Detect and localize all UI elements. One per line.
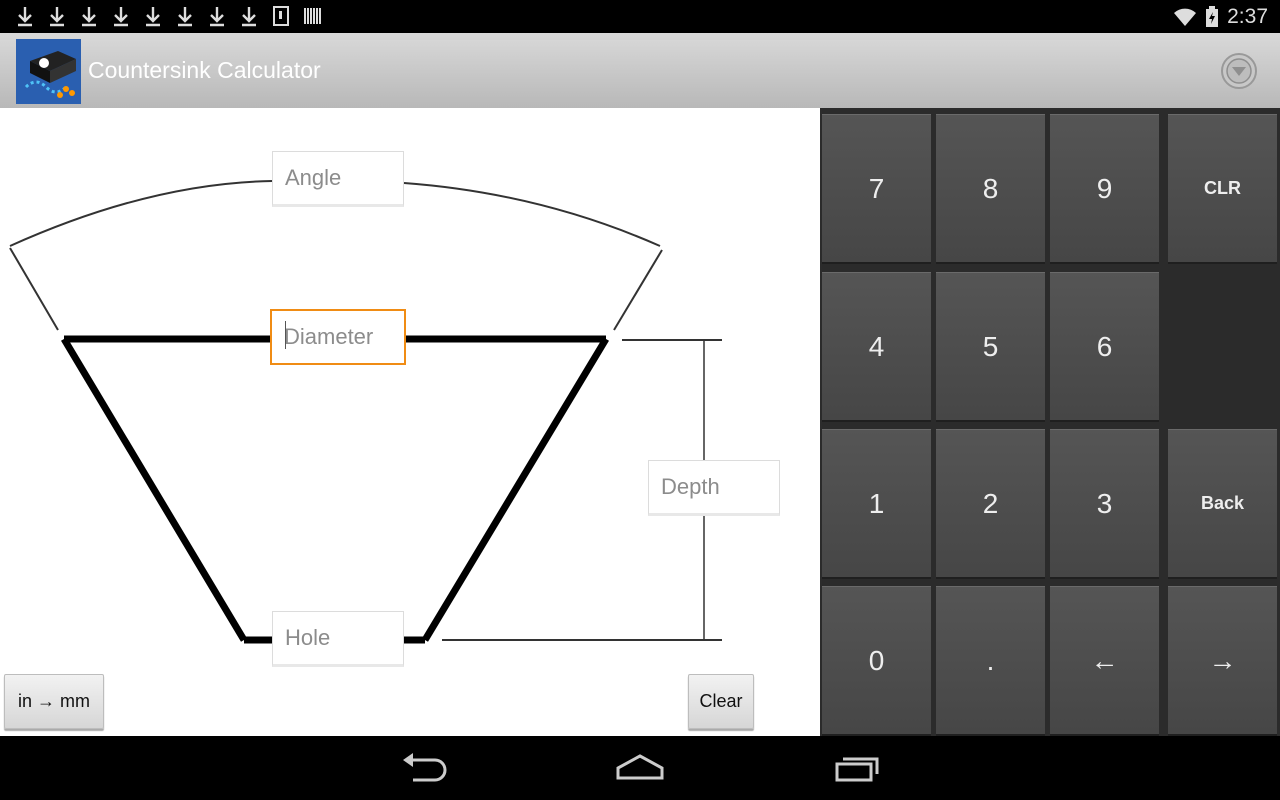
home-icon[interactable]	[610, 750, 670, 786]
status-time: 2:37	[1227, 4, 1268, 28]
key-3[interactable]: 3	[1050, 429, 1159, 579]
status-bar: 2:37	[0, 0, 1280, 33]
download-icon	[50, 7, 64, 27]
depth-field[interactable]	[648, 460, 780, 516]
overflow-menu-icon[interactable]	[1220, 52, 1258, 90]
download-icon	[178, 7, 192, 27]
diameter-input[interactable]	[284, 311, 404, 363]
countersink-side-left	[60, 337, 248, 642]
key-clear[interactable]: CLR	[1168, 114, 1277, 264]
text-cursor	[285, 321, 286, 349]
numeric-keypad: 7 8 9 CLR 4 5 6 1 2 3 Back 0 . ← →	[820, 108, 1280, 736]
angle-extension-left	[9, 247, 59, 331]
barcode-icon	[304, 8, 321, 24]
wifi-icon	[1174, 8, 1197, 26]
download-icon	[18, 7, 32, 27]
key-7[interactable]: 7	[822, 114, 931, 264]
key-right-arrow[interactable]: →	[1168, 586, 1277, 736]
key-decimal[interactable]: .	[936, 586, 1045, 736]
diameter-field[interactable]	[270, 309, 406, 365]
key-4[interactable]: 4	[822, 272, 931, 422]
download-icon	[146, 7, 160, 27]
key-1[interactable]: 1	[822, 429, 931, 579]
download-icon	[210, 7, 224, 27]
angle-arc-left	[9, 180, 273, 247]
hole-field[interactable]	[272, 611, 404, 667]
key-back[interactable]: Back	[1168, 429, 1277, 579]
key-9[interactable]: 9	[1050, 114, 1159, 264]
recent-apps-icon[interactable]	[827, 750, 887, 786]
clear-button[interactable]: Clear	[688, 674, 754, 729]
convert-units-button[interactable]: in → mm	[4, 674, 104, 729]
key-left-arrow[interactable]: ←	[1050, 586, 1159, 736]
diagram-panel: in → mm Clear	[0, 108, 820, 736]
key-8[interactable]: 8	[936, 114, 1045, 264]
navigation-bar	[0, 736, 1280, 800]
download-icon	[242, 7, 256, 27]
key-0[interactable]: 0	[822, 586, 931, 736]
countersink-diagram	[9, 180, 722, 644]
key-2[interactable]: 2	[936, 429, 1045, 579]
countersink-side-right	[422, 337, 609, 642]
app-title: Countersink Calculator	[88, 57, 321, 83]
key-5[interactable]: 5	[936, 272, 1045, 422]
download-icon	[114, 7, 128, 27]
action-bar: Countersink Calculator	[0, 33, 1280, 109]
download-icon	[82, 7, 96, 27]
angle-arc-right	[403, 182, 661, 247]
hole-input[interactable]	[285, 612, 403, 664]
depth-input[interactable]	[661, 461, 779, 513]
countersink-app-icon	[16, 39, 81, 104]
angle-extension-right	[613, 249, 663, 331]
back-icon[interactable]	[395, 750, 455, 786]
angle-input[interactable]	[285, 152, 403, 204]
sd-card-icon	[273, 6, 289, 26]
battery-charging-icon	[1206, 5, 1219, 27]
angle-field[interactable]	[272, 151, 404, 207]
key-6[interactable]: 6	[1050, 272, 1159, 422]
